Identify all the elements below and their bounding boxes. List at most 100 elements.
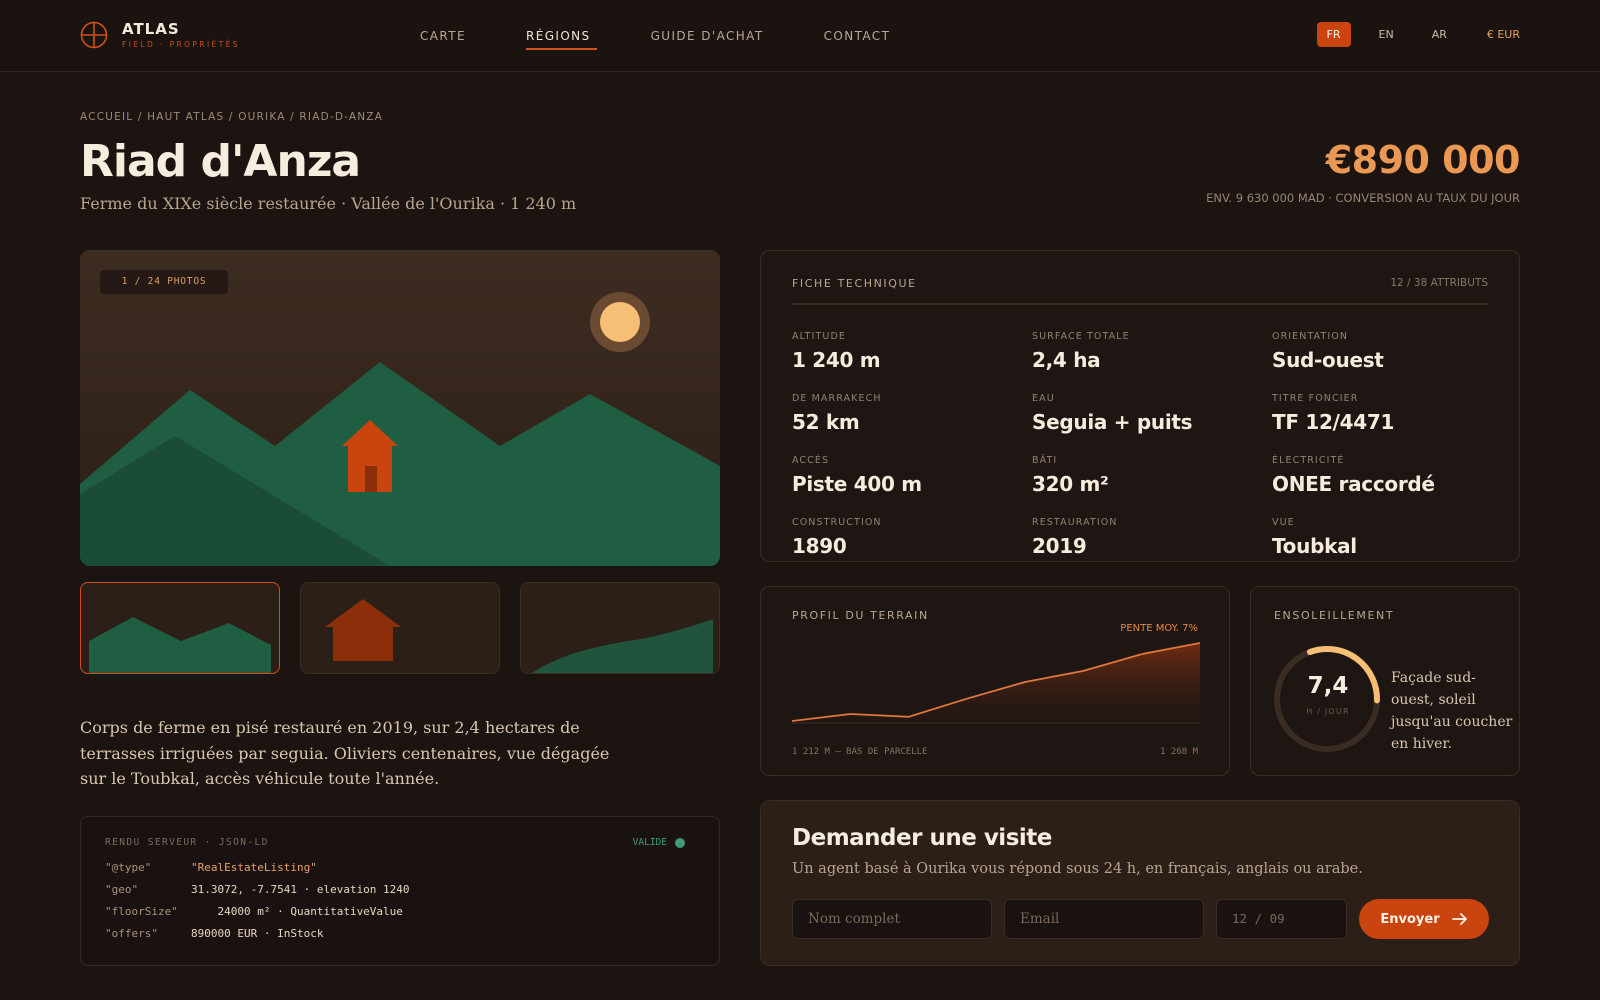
hero-photo[interactable]: 1 / 24 PHOTOS — [80, 250, 720, 566]
nav-carte[interactable]: CARTE — [420, 0, 466, 72]
attr-label: ÉLECTRICITÉ — [1272, 455, 1345, 466]
json-ld-row: "floorSize" 24000 m² · QuantitativeValue — [105, 905, 403, 918]
attr-value: Piste 400 m — [792, 472, 922, 496]
attr-surface: SURFACE TOTALE 2,4 ha — [1032, 331, 1130, 372]
price-conversion-note: ENV. 9 630 000 MAD · CONVERSION AU TAUX … — [1206, 191, 1520, 205]
tech-sheet-panel: FICHE TECHNIQUE 12 / 38 ATTRIBUTS ALTITU… — [760, 250, 1520, 562]
attr-built: BÂTI 320 m² — [1032, 455, 1109, 496]
json-ld-row: "@type" "RealEstateListing" — [105, 861, 317, 874]
date-input[interactable]: 12 / 09 — [1216, 899, 1347, 939]
landscape-illustration — [80, 250, 720, 566]
json-ld-value: 24000 m² · QuantitativeValue — [191, 905, 403, 918]
brand-name: ATLAS — [122, 20, 180, 38]
json-ld-panel: RENDU SERVEUR · JSON-LD VALIDE "@type" "… — [80, 816, 720, 966]
attr-label: CONSTRUCTION — [792, 517, 882, 528]
divider — [792, 303, 1488, 305]
breadcrumb[interactable]: ACCUEIL / HAUT ATLAS / OURIKA / RIAD-D-A… — [80, 111, 383, 123]
attr-value: ONEE raccordé — [1272, 472, 1435, 496]
name-input[interactable]: Nom complet — [792, 899, 992, 939]
attr-value: Seguia + puits — [1032, 410, 1193, 434]
attr-orientation: ORIENTATION Sud-ouest — [1272, 331, 1384, 372]
terrain-profile-chart — [792, 642, 1200, 724]
attr-label: DE MARRAKECH — [792, 393, 882, 404]
terrain-title: PROFIL DU TERRAIN — [792, 609, 929, 622]
terrain-low-label: 1 212 M — BAS DE PARCELLE — [792, 747, 928, 757]
json-ld-header: RENDU SERVEUR · JSON-LD — [105, 837, 269, 848]
attr-access: ACCÈS Piste 400 m — [792, 455, 922, 496]
tech-sheet-count: 12 / 38 ATTRIBUTS — [1390, 277, 1488, 289]
attr-label: ORIENTATION — [1272, 331, 1349, 342]
json-ld-value: 890000 EUR · InStock — [191, 927, 324, 940]
thumbnail-1[interactable] — [80, 582, 280, 674]
attr-view: VUE Toubkal — [1272, 517, 1357, 558]
mountain-thumb-icon — [89, 617, 271, 673]
json-ld-key: "offers" — [105, 927, 158, 940]
attr-label: RESTAURATION — [1032, 517, 1118, 528]
visit-title: Demander une visite — [792, 825, 1052, 851]
sunshine-value: 7,4 — [1307, 673, 1349, 699]
attr-construction: CONSTRUCTION 1890 — [792, 517, 882, 558]
attr-water: EAU Seguia + puits — [1032, 393, 1193, 434]
json-ld-value: 31.3072, -7.7541 · elevation 1240 — [191, 883, 410, 896]
attr-altitude: ALTITUDE 1 240 m — [792, 331, 881, 372]
json-ld-row: "geo" 31.3072, -7.7541 · elevation 1240 — [105, 883, 410, 896]
lang-fr[interactable]: FR — [1316, 22, 1351, 47]
page-subtitle: Ferme du XIXe siècle restaurée · Vallée … — [80, 194, 577, 213]
logo[interactable]: ATLAS FIELD · PROPRIÉTÉS — [80, 20, 240, 49]
terrain-slope: PENTE MOY. 7% — [1120, 623, 1198, 634]
json-ld-key: "@type" — [105, 861, 152, 874]
attr-value: 1890 — [792, 534, 847, 558]
json-ld-key: "geo" — [105, 883, 139, 896]
brand-tagline: FIELD · PROPRIÉTÉS — [122, 40, 240, 49]
thumbnail-2[interactable] — [300, 582, 500, 674]
currency-selector[interactable]: € EUR — [1487, 28, 1520, 41]
sunshine-panel: ENSOLEILLEMENT 7,4 H / JOUR Façade sud-o… — [1250, 586, 1520, 776]
attr-value: Toubkal — [1272, 534, 1357, 558]
sunshine-unit: H / JOUR — [1306, 707, 1350, 716]
arrow-right-icon — [1451, 913, 1467, 925]
thumbnail-3[interactable] — [520, 582, 720, 674]
json-ld-status: VALIDE — [633, 837, 685, 848]
attr-distance: DE MARRAKECH 52 km — [792, 393, 882, 434]
attr-value: TF 12/4471 — [1272, 410, 1395, 434]
visit-request-panel: Demander une visite Un agent basé à Ouri… — [760, 800, 1520, 966]
attr-value: 1 240 m — [792, 348, 881, 372]
json-ld-key: "floorSize" — [105, 905, 178, 918]
attr-value: 52 km — [792, 410, 860, 434]
lang-ar[interactable]: AR — [1422, 22, 1457, 47]
language-switcher: FR EN AR € EUR — [1316, 22, 1520, 47]
attr-value: 2,4 ha — [1032, 348, 1101, 372]
attr-electricity: ÉLECTRICITÉ ONEE raccordé — [1272, 455, 1435, 496]
sunshine-gauge — [1274, 646, 1380, 752]
attr-label: ACCÈS — [792, 455, 830, 466]
slope-thumb-icon — [532, 619, 713, 673]
status-dot-icon — [675, 837, 685, 848]
terrain-profile-panel: PROFIL DU TERRAIN PENTE MOY. 7% 1 212 M … — [760, 586, 1230, 776]
lang-en[interactable]: EN — [1369, 22, 1404, 47]
nav-regions[interactable]: RÉGIONS — [525, 0, 597, 72]
send-button[interactable]: Envoyer — [1359, 899, 1489, 939]
email-input[interactable]: Email — [1004, 899, 1204, 939]
tech-sheet-title: FICHE TECHNIQUE — [792, 277, 917, 290]
attr-label: TITRE FONCIER — [1272, 393, 1359, 404]
json-ld-row: "offers" 890000 EUR · InStock — [105, 927, 323, 940]
listing-description: Corps de ferme en pisé restauré en 2019,… — [80, 718, 610, 788]
attr-label: BÂTI — [1032, 455, 1058, 466]
attr-value: Sud-ouest — [1272, 348, 1384, 372]
visit-subtitle: Un agent basé à Ourika vous répond sous … — [792, 861, 1363, 877]
json-ld-value: "RealEstateListing" — [191, 861, 317, 874]
send-button-label: Envoyer — [1380, 911, 1440, 927]
attr-label: EAU — [1032, 393, 1055, 404]
attr-label: VUE — [1272, 517, 1295, 528]
photo-thumbnails — [80, 582, 720, 674]
top-bar: ATLAS FIELD · PROPRIÉTÉS CARTE RÉGIONS G… — [0, 0, 1600, 72]
nav-contact[interactable]: CONTACT — [824, 0, 891, 72]
price: €890 000 — [1325, 138, 1521, 182]
json-ld-status-label: VALIDE — [632, 837, 667, 848]
attr-title-deed: TITRE FONCIER TF 12/4471 — [1272, 393, 1394, 434]
sunshine-title: ENSOLEILLEMENT — [1274, 609, 1395, 622]
compass-logo-icon — [80, 21, 108, 48]
nav-guide-achat[interactable]: GUIDE D'ACHAT — [651, 0, 764, 72]
photo-counter-badge: 1 / 24 PHOTOS — [100, 270, 228, 294]
attr-restoration: RESTAURATION 2019 — [1032, 517, 1118, 558]
